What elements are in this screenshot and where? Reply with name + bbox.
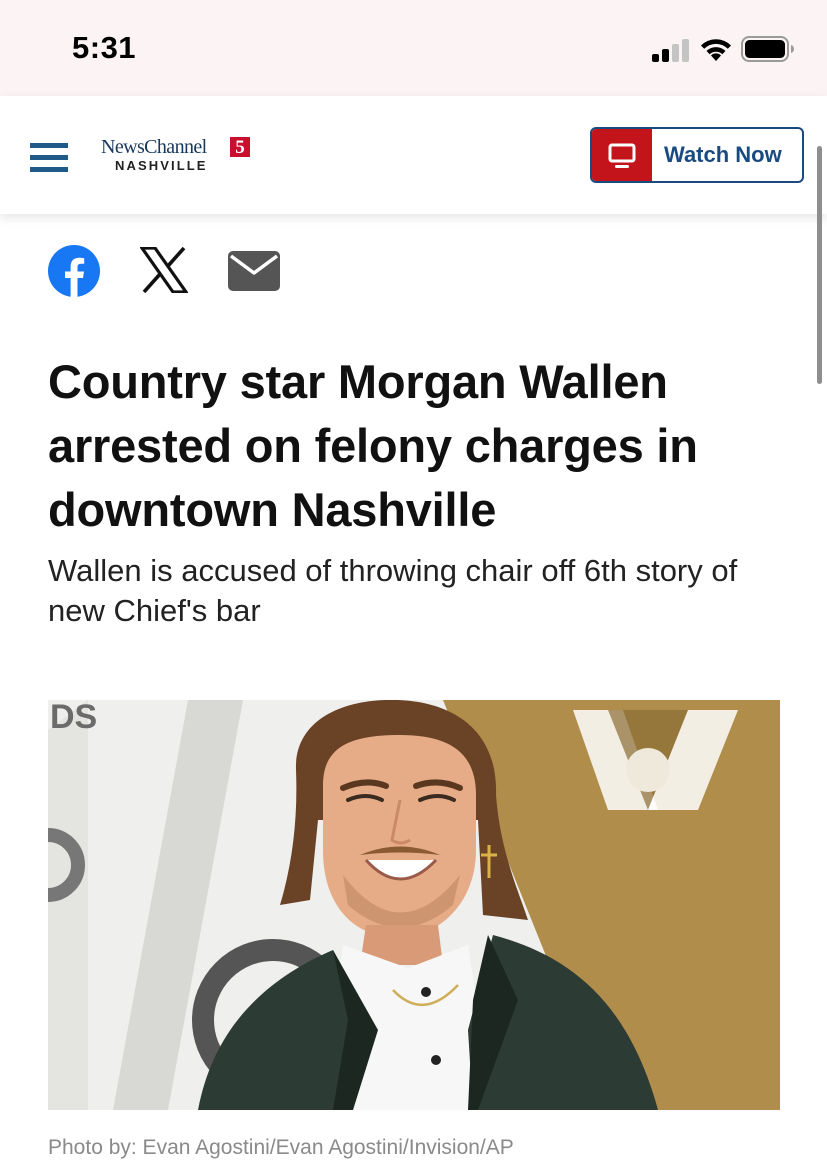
scrollbar[interactable]	[817, 146, 822, 384]
logo-city: NASHVILLE	[115, 158, 208, 173]
x-icon[interactable]	[140, 247, 188, 293]
watch-now-label: Watch Now	[664, 142, 782, 167]
cellular-signal-icon	[652, 39, 689, 62]
site-header: NewsChannel 5 NASHVILLE Watch Now	[0, 96, 827, 214]
logo-wordmark: NewsChannel	[101, 136, 207, 158]
facebook-icon[interactable]	[48, 245, 100, 297]
newschannel5-logo[interactable]: NewsChannel 5 NASHVILLE	[101, 136, 255, 176]
photo-credit: Photo by: Evan Agostini/Evan Agostini/In…	[48, 1136, 514, 1159]
battery-icon	[741, 36, 794, 62]
logo-number: 5	[230, 137, 250, 158]
tv-icon	[592, 129, 652, 181]
article-headline: Country star Morgan Wallen arrested on f…	[48, 355, 698, 536]
share-row	[48, 245, 288, 297]
hamburger-menu-icon[interactable]	[30, 143, 68, 173]
article-subheadline: Wallen is accused of throwing chair off …	[48, 553, 738, 628]
watch-now-button[interactable]: Watch Now	[590, 127, 804, 183]
wifi-icon	[701, 39, 731, 61]
status-time: 5:31	[72, 30, 137, 65]
email-icon[interactable]	[228, 251, 280, 291]
article-photo[interactable]: DS	[48, 700, 780, 1110]
status-bar: 5:31	[0, 0, 827, 96]
backdrop-text: DS	[50, 700, 97, 736]
